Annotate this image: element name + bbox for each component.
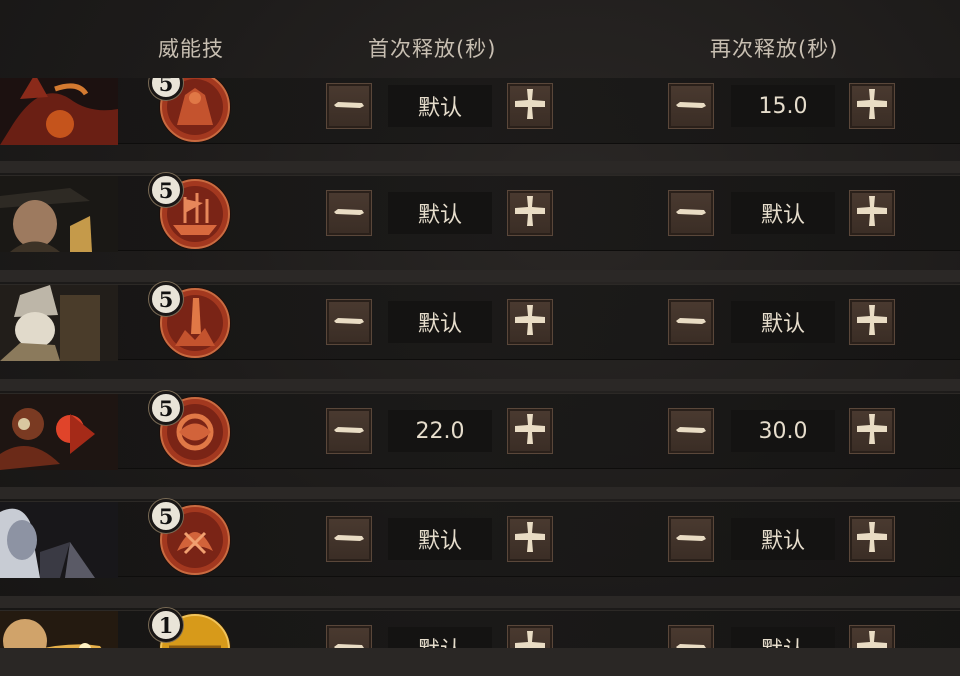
skill-level-badge: 5	[149, 173, 183, 207]
first-release-increase-button[interactable]	[507, 299, 553, 345]
column-header: 威能技 首次释放(秒) 再次释放(秒)	[0, 0, 960, 78]
plus-icon	[513, 87, 547, 125]
plus-icon	[855, 412, 889, 450]
repeat-release-value: 15.0	[731, 85, 835, 127]
repeat-release-decrease-button[interactable]	[668, 299, 714, 345]
plus-icon	[513, 629, 547, 650]
skill-slot[interactable]: 5	[149, 282, 233, 359]
skill-slot[interactable]: 5	[149, 173, 233, 250]
minus-icon	[332, 97, 366, 116]
repeat-release-value: 默认	[731, 518, 835, 560]
plus-icon	[855, 629, 889, 650]
first-release-increase-button[interactable]	[507, 408, 553, 454]
skill-level-badge: 5	[149, 499, 183, 533]
hero-row: 5 默认 默认	[0, 499, 960, 578]
repeat-release-increase-button[interactable]	[849, 516, 895, 562]
repeat-release-decrease-button[interactable]	[668, 516, 714, 562]
first-release-increase-button[interactable]	[507, 83, 553, 129]
hero-row: 5 22.0 30.0	[0, 391, 960, 470]
engineer-portrait-icon	[0, 394, 118, 470]
minus-icon	[332, 313, 366, 332]
first-release-decrease-button[interactable]	[326, 408, 372, 454]
skill-slot[interactable]: 5	[149, 391, 233, 468]
header-skill: 威能技	[158, 37, 224, 61]
repeat-release-increase-button[interactable]	[849, 83, 895, 129]
plus-icon	[513, 194, 547, 232]
first-release-decrease-button[interactable]	[326, 190, 372, 236]
plus-icon	[855, 303, 889, 341]
plus-icon	[513, 520, 547, 558]
row-separator	[0, 379, 960, 391]
first-release-value: 默认	[388, 627, 492, 650]
hero-row: 5 默认 默认	[0, 282, 960, 361]
demon-portrait-icon	[0, 78, 118, 145]
pirate-portrait-icon	[0, 176, 118, 252]
first-release-decrease-button[interactable]	[326, 299, 372, 345]
repeat-release-increase-button[interactable]	[849, 625, 895, 650]
first-release-increase-button[interactable]	[507, 625, 553, 650]
plus-icon	[855, 520, 889, 558]
hero-row: 5 默认 15.0	[0, 78, 960, 145]
header-first-release: 首次释放(秒)	[368, 37, 497, 61]
minus-icon	[674, 204, 708, 223]
hero-row: 1 默认 默认	[0, 608, 960, 650]
minus-icon	[674, 422, 708, 441]
repeat-release-increase-button[interactable]	[849, 299, 895, 345]
minus-icon	[332, 204, 366, 223]
skill-level-badge: 5	[149, 282, 183, 316]
repeat-release-decrease-button[interactable]	[668, 625, 714, 650]
header-repeat-release: 再次释放(秒)	[710, 37, 839, 61]
first-release-increase-button[interactable]	[507, 516, 553, 562]
skill-slot[interactable]: 1	[149, 608, 233, 650]
hero-skill-list[interactable]: 5默认15.05默认默认5默认默认522.030.05默认默认1默认默认	[0, 78, 960, 650]
first-release-value: 默认	[388, 518, 492, 560]
plus-icon	[855, 194, 889, 232]
first-release-value: 默认	[388, 85, 492, 127]
minus-icon	[332, 530, 366, 549]
row-separator	[0, 596, 960, 608]
repeat-release-value: 30.0	[731, 410, 835, 452]
hero-row: 5 默认 默认	[0, 173, 960, 252]
first-release-decrease-button[interactable]	[326, 83, 372, 129]
repeat-release-decrease-button[interactable]	[668, 408, 714, 454]
elf-portrait-icon	[0, 502, 118, 578]
cat-portrait-icon	[0, 611, 118, 650]
minus-icon	[674, 97, 708, 116]
row-separator	[0, 270, 960, 282]
first-release-increase-button[interactable]	[507, 190, 553, 236]
skill-level-badge: 5	[149, 391, 183, 425]
minus-icon	[674, 313, 708, 332]
minus-icon	[332, 422, 366, 441]
repeat-release-decrease-button[interactable]	[668, 190, 714, 236]
first-release-decrease-button[interactable]	[326, 625, 372, 650]
row-separator	[0, 487, 960, 499]
repeat-release-decrease-button[interactable]	[668, 83, 714, 129]
dwarf-portrait-icon	[0, 285, 118, 361]
skill-level-badge: 1	[149, 608, 183, 642]
repeat-release-increase-button[interactable]	[849, 190, 895, 236]
first-release-value: 默认	[388, 301, 492, 343]
first-release-value: 22.0	[388, 410, 492, 452]
first-release-value: 默认	[388, 192, 492, 234]
repeat-release-value: 默认	[731, 627, 835, 650]
plus-icon	[513, 412, 547, 450]
plus-icon	[855, 87, 889, 125]
bottom-edge	[0, 648, 960, 676]
minus-icon	[674, 530, 708, 549]
repeat-release-value: 默认	[731, 301, 835, 343]
first-release-decrease-button[interactable]	[326, 516, 372, 562]
plus-icon	[513, 303, 547, 341]
repeat-release-value: 默认	[731, 192, 835, 234]
row-separator	[0, 161, 960, 173]
skill-slot[interactable]: 5	[149, 499, 233, 576]
repeat-release-increase-button[interactable]	[849, 408, 895, 454]
skill-slot[interactable]: 5	[149, 78, 233, 143]
